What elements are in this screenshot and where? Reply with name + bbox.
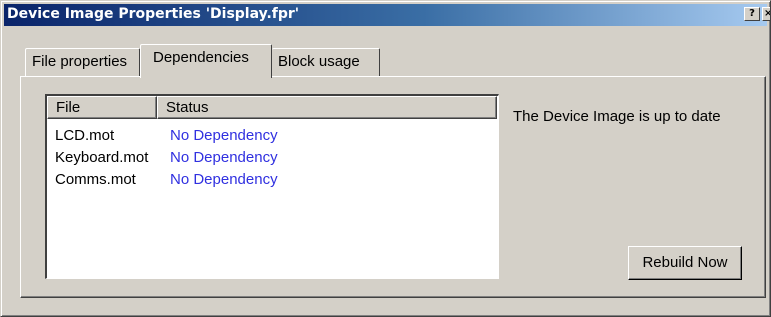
list-item[interactable]: Keyboard.mot No Dependency bbox=[47, 147, 497, 169]
rebuild-now-button[interactable]: Rebuild Now bbox=[628, 246, 742, 280]
tab-block-usage[interactable]: Block usage bbox=[272, 48, 380, 76]
image-status-message: The Device Image is up to date bbox=[513, 108, 721, 125]
tab-dependencies[interactable]: Dependencies bbox=[140, 44, 272, 78]
dialog-window: Device Image Properties 'Display.fpr' ? … bbox=[0, 0, 771, 317]
column-header-status[interactable]: Status bbox=[157, 96, 497, 119]
file-name: Keyboard.mot bbox=[55, 149, 149, 166]
help-button[interactable]: ? bbox=[744, 7, 760, 21]
dependency-status: No Dependency bbox=[170, 127, 278, 144]
window-title: Device Image Properties 'Display.fpr' bbox=[7, 6, 300, 22]
file-name: Comms.mot bbox=[55, 171, 136, 188]
title-bar[interactable]: Device Image Properties 'Display.fpr' ? … bbox=[4, 4, 770, 26]
list-item[interactable]: Comms.mot No Dependency bbox=[47, 169, 497, 191]
dependency-status: No Dependency bbox=[170, 171, 278, 188]
list-item[interactable]: LCD.mot No Dependency bbox=[47, 125, 497, 147]
tab-file-properties[interactable]: File properties bbox=[25, 48, 140, 76]
file-name: LCD.mot bbox=[55, 127, 115, 144]
dependencies-list[interactable]: File Status LCD.mot No Dependency Keyboa… bbox=[45, 94, 499, 279]
dependency-status: No Dependency bbox=[170, 149, 278, 166]
close-button[interactable]: × bbox=[762, 7, 770, 21]
column-header-file[interactable]: File bbox=[47, 96, 157, 119]
